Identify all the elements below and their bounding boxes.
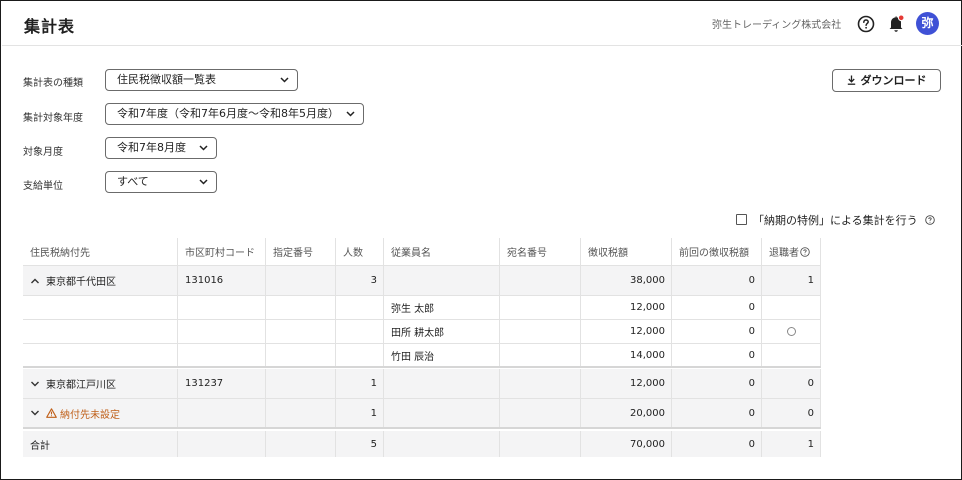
chevron-down-icon: [199, 145, 208, 151]
table-row: 田所 耕太郎 12,000 0: [23, 320, 821, 344]
employee-name: 弥生 太郎: [384, 296, 500, 319]
chevron-down-icon[interactable]: [30, 410, 40, 416]
column-header: 徴収税額: [581, 238, 672, 265]
page-title: 集計表: [24, 17, 76, 36]
column-header-retired: 退職者: [762, 238, 821, 265]
special-deadline-checkbox[interactable]: [736, 214, 747, 225]
retired-marker-icon: [786, 327, 796, 336]
target-month-select[interactable]: 令和7年8月度: [105, 137, 217, 159]
fiscal-year-select[interactable]: 令和7年度（令和7年6月度〜令和8年5月度）: [105, 103, 364, 125]
payee-unset-label: 納付先未設定: [60, 409, 120, 421]
employee-name: 田所 耕太郎: [384, 320, 500, 343]
table-row: 竹田 辰治 14,000 0: [23, 344, 821, 368]
table-row[interactable]: 東京都江戸川区 131237 1 12,000 0 0: [23, 369, 821, 399]
chevron-up-icon[interactable]: [30, 278, 40, 284]
user-avatar[interactable]: 弥: [916, 12, 939, 35]
chevron-down-icon: [199, 179, 208, 185]
table-row[interactable]: 東京都千代田区 131016 3 38,000 0 1: [23, 266, 821, 296]
chevron-down-icon[interactable]: [30, 381, 40, 387]
payment-unit-select[interactable]: すべて: [105, 171, 217, 193]
filter-label-year: 集計対象年度: [23, 113, 83, 124]
filter-label-month: 対象月度: [23, 147, 63, 158]
table-total-row: 合計 5 70,000 0 1: [23, 431, 821, 457]
help-icon[interactable]: [857, 15, 875, 33]
column-header: 住民税納付先: [23, 238, 178, 265]
column-header: 前回の徴収税額: [672, 238, 762, 265]
column-header: 人数: [336, 238, 384, 265]
column-header: 指定番号: [266, 238, 336, 265]
app-window: 集計表 弥生トレーディング株式会社 弥 集計表の種類 住民税徴収額一覧表 集計対…: [0, 0, 962, 480]
filter-label-payment-unit: 支給単位: [23, 181, 63, 192]
report-type-select[interactable]: 住民税徴収額一覧表: [105, 69, 298, 91]
download-button[interactable]: ダウンロード: [832, 69, 941, 92]
download-icon: [847, 75, 855, 85]
warning-icon: [46, 408, 57, 418]
chevron-down-icon: [346, 111, 355, 117]
help-icon[interactable]: [925, 215, 935, 225]
app-header: 集計表 弥生トレーディング株式会社 弥: [2, 2, 962, 46]
table-row[interactable]: 納付先未設定 1 20,000 0 0: [23, 399, 821, 429]
notification-bell-icon[interactable]: [887, 14, 905, 33]
company-name: 弥生トレーディング株式会社: [712, 20, 842, 31]
column-header: 従業員名: [384, 238, 500, 265]
help-icon[interactable]: [800, 246, 810, 257]
column-header: 宛名番号: [500, 238, 581, 265]
column-header: 市区町村コード: [178, 238, 266, 265]
filter-label-type: 集計表の種類: [23, 78, 83, 89]
table-row: 弥生 太郎 12,000 0: [23, 296, 821, 320]
special-deadline-label: 「納期の特例」による集計を行う: [753, 214, 918, 227]
payee-name: 東京都江戸川区: [46, 380, 116, 391]
payee-name: 東京都千代田区: [46, 277, 116, 288]
employee-name: 竹田 辰治: [384, 344, 500, 366]
chevron-down-icon: [280, 77, 289, 83]
table-header-row: 住民税納付先 市区町村コード 指定番号 人数 従業員名 宛名番号 徴収税額 前回…: [23, 238, 821, 266]
